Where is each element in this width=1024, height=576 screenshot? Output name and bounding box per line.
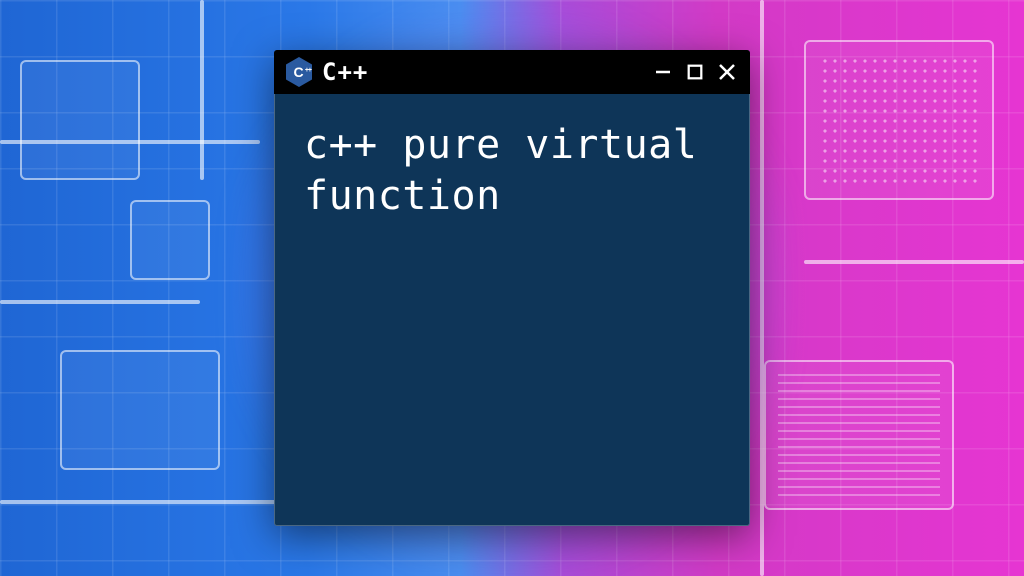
cpp-logo-icon: C ++: [286, 57, 312, 87]
bg-trace: [804, 260, 1024, 264]
titlebar[interactable]: C ++ C++: [274, 50, 750, 94]
bg-chip: [764, 360, 954, 510]
bg-chip: [20, 60, 140, 180]
close-icon: [717, 62, 737, 82]
minimize-icon: [653, 62, 673, 82]
maximize-icon: [686, 63, 704, 81]
bg-chip: [60, 350, 220, 470]
cpp-logo-plus: ++: [305, 67, 311, 74]
close-button[interactable]: [716, 61, 738, 83]
bg-trace: [0, 300, 200, 304]
bg-trace: [200, 0, 204, 180]
bg-chip: [130, 200, 210, 280]
maximize-button[interactable]: [684, 61, 706, 83]
minimize-button[interactable]: [652, 61, 674, 83]
console-window: C ++ C++ c++ pure virtual func: [274, 50, 750, 526]
bg-chip: [804, 40, 994, 200]
window-controls: [652, 61, 738, 83]
window-title: C++: [322, 60, 642, 84]
console-content[interactable]: c++ pure virtual function: [274, 94, 750, 526]
bg-trace: [0, 140, 260, 144]
